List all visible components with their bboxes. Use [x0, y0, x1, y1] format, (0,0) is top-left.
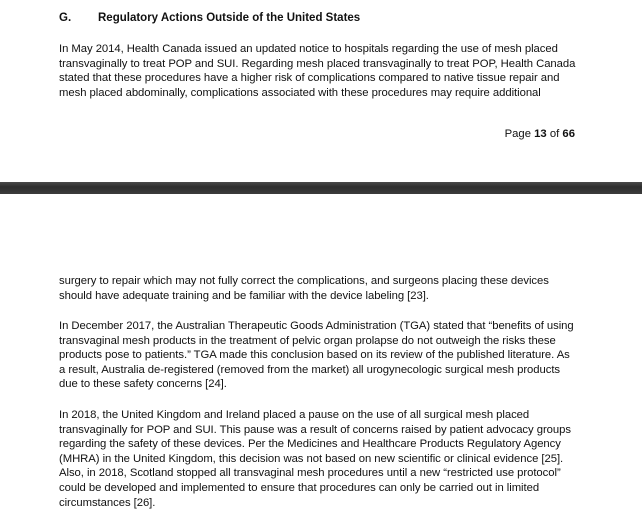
text-line: transvaginally to treat POP and SUI. Reg… — [59, 57, 576, 70]
text-line: In May 2014, Health Canada issued an upd… — [59, 43, 558, 55]
section-heading: G. Regulatory Actions Outside of the Unit… — [59, 12, 360, 24]
page-number-total: 66 — [562, 128, 575, 140]
paragraph-health-canada: In May 2014, Health Canada issued an upd… — [59, 42, 589, 100]
text-line: Also, in 2018, Scotland stopped all tran… — [59, 467, 561, 480]
paragraph-continuation: surgery to repair which may not fully co… — [59, 274, 589, 303]
text-line: products pose to patients.” TGA made thi… — [59, 349, 570, 362]
paragraph-uk-ireland: In 2018, the United Kingdom and Ireland … — [59, 408, 589, 510]
document-page-top: G. Regulatory Actions Outside of the Unit… — [0, 0, 642, 182]
text-line: circumstances [26]. — [59, 496, 156, 509]
page-number-prefix: Page — [504, 128, 531, 140]
text-line: stated that these procedures have a high… — [59, 72, 560, 85]
paragraph-australia-tga: In December 2017, the Australian Therape… — [59, 319, 589, 392]
text-line: transvaginally for POP and SUI. This pau… — [59, 423, 571, 436]
text-line: transvaginal mesh products in the treatm… — [59, 334, 556, 347]
text-line: regarding the safety of these devices. P… — [59, 438, 561, 451]
page-separator — [0, 182, 642, 194]
text-line: could be developed and implemented to en… — [59, 481, 540, 494]
text-line: In December 2017, the Australian Therape… — [59, 320, 574, 332]
page-number-of: of — [549, 128, 560, 140]
text-line: due to these safety concerns [24]. — [59, 378, 227, 391]
page-number-current: 13 — [534, 128, 547, 140]
text-line: In 2018, the United Kingdom and Ireland … — [59, 409, 530, 421]
text-line: should have adequate training and be fam… — [59, 289, 429, 302]
section-letter: G. — [59, 12, 72, 24]
section-title: Regulatory Actions Outside of the United… — [98, 12, 361, 24]
document-page-bottom: surgery to repair which may not fully co… — [0, 194, 642, 518]
text-line: (MHRA) in the United Kingdom, this decis… — [59, 452, 564, 465]
text-line: mesh placed abdominally, complications a… — [59, 86, 541, 99]
text-line: a result, Australia de-registered (remov… — [59, 363, 561, 376]
text-line: surgery to repair which may not fully co… — [59, 275, 549, 287]
page-number: Page 13 of 66 — [505, 128, 575, 140]
